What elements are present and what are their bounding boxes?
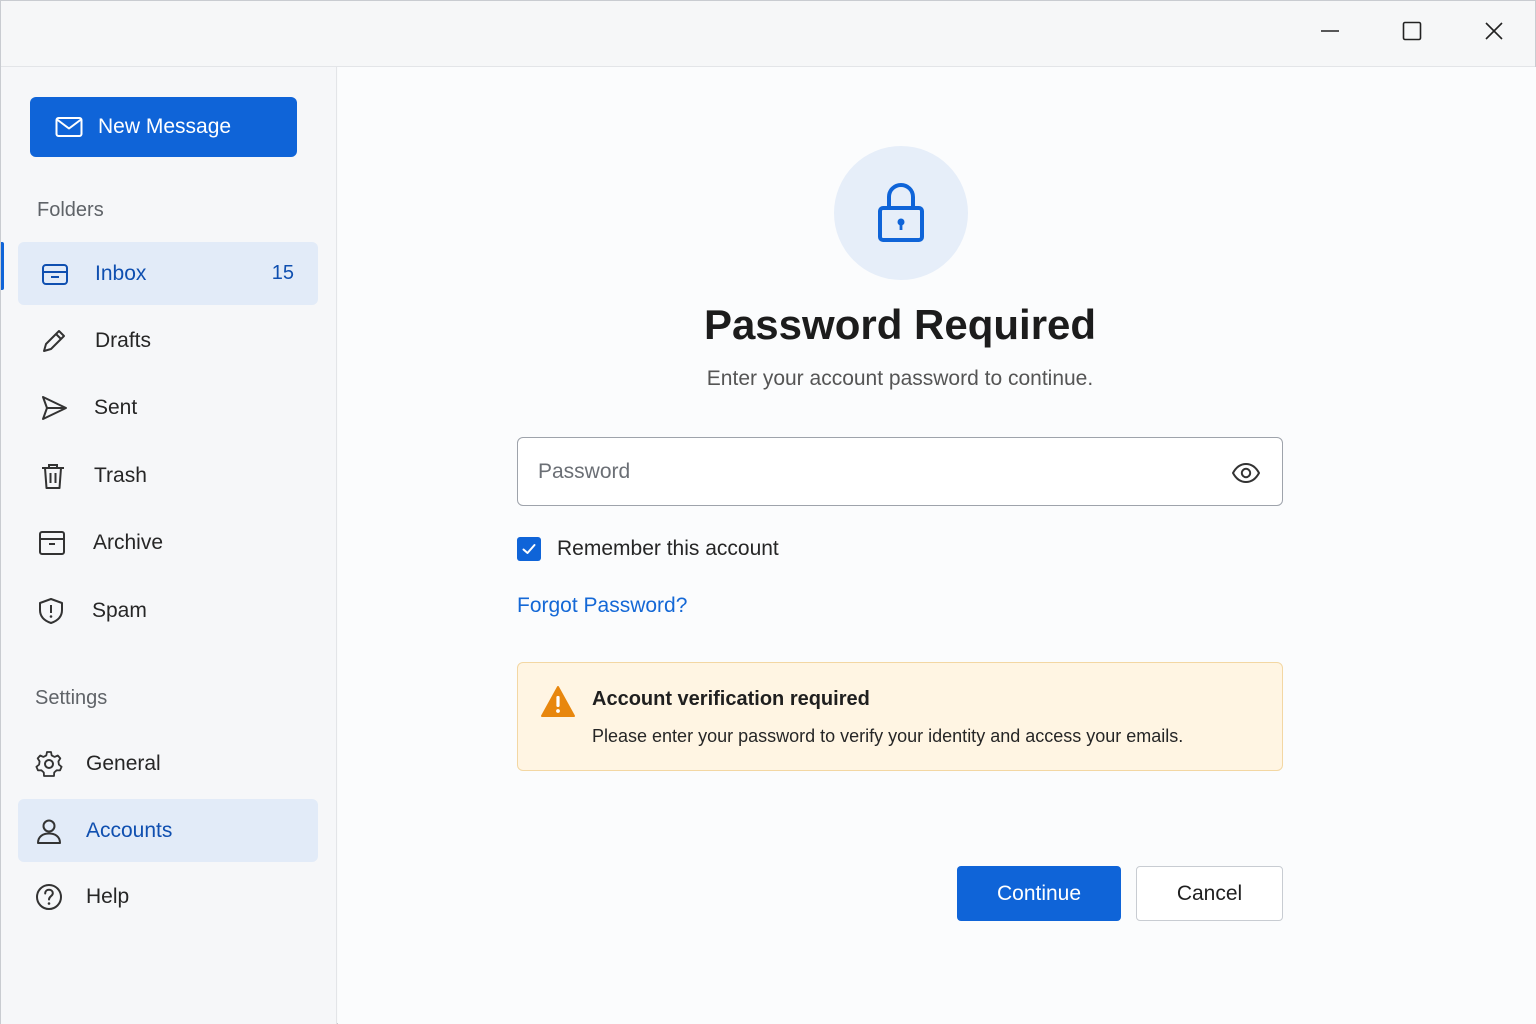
alert-title: Account verification required [592, 688, 870, 710]
sidebar-item-archive[interactable]: Archive [18, 511, 318, 574]
sidebar-item-general[interactable]: General [18, 732, 318, 795]
sidebar-item-drafts[interactable]: Drafts [18, 309, 318, 372]
new-message-button[interactable]: New Message [30, 97, 297, 157]
active-folder-indicator [1, 242, 4, 290]
user-icon [33, 815, 65, 847]
minimize-button[interactable] [1308, 13, 1352, 53]
remember-account-option[interactable]: Remember this account [517, 537, 779, 561]
close-icon [1482, 19, 1506, 48]
dialog-title: Password Required [703, 301, 1097, 348]
password-field [517, 437, 1283, 506]
sidebar-item-accounts[interactable]: Accounts [18, 799, 318, 862]
shield-icon [35, 595, 67, 627]
password-dialog: Password Required Enter your account pas… [338, 67, 1536, 1024]
sidebar-item-label: Sent [94, 395, 138, 419]
dialog-subtitle: Enter your account password to continue. [706, 367, 1094, 390]
folders-heading: Folders [37, 199, 104, 221]
sidebar-item-label: General [86, 751, 161, 775]
sidebar-item-label: Spam [92, 598, 147, 622]
lock-icon [878, 182, 924, 242]
app-window: New Message Folders Inbox 15 Drafts Sent [0, 0, 1536, 1024]
sidebar-item-trash[interactable]: Trash [18, 444, 318, 507]
password-input[interactable] [518, 438, 1198, 505]
sidebar-item-spam[interactable]: Spam [18, 579, 318, 642]
archive-icon [36, 527, 68, 559]
sidebar-item-inbox[interactable]: Inbox 15 [18, 242, 318, 305]
sidebar-item-label: Drafts [95, 328, 152, 352]
sidebar-item-sent[interactable]: Sent [18, 376, 318, 439]
minimize-icon [1318, 19, 1342, 48]
sidebar-item-label: Archive [93, 530, 164, 554]
new-message-label: New Message [98, 115, 232, 138]
unread-count-badge: 15 [271, 262, 294, 284]
inbox-icon [39, 258, 71, 290]
continue-button[interactable]: Continue [957, 866, 1121, 921]
trash-icon [37, 460, 69, 492]
eye-icon[interactable] [1230, 457, 1262, 489]
sidebar: New Message Folders Inbox 15 Drafts Sent [1, 67, 337, 1024]
help-icon [33, 881, 65, 913]
send-icon [38, 392, 70, 424]
alert-text: Please enter your password to verify you… [592, 726, 1184, 746]
remember-checkbox[interactable] [517, 537, 541, 561]
sidebar-item-label: Help [86, 884, 130, 908]
checkmark-icon [522, 544, 536, 554]
maximize-icon [1400, 19, 1424, 48]
close-button[interactable] [1472, 13, 1516, 53]
sidebar-item-label: Trash [94, 463, 147, 487]
warning-icon [540, 685, 576, 719]
title-bar [1, 1, 1535, 67]
gear-icon [33, 748, 65, 780]
cancel-button[interactable]: Cancel [1136, 866, 1283, 921]
sidebar-item-label: Accounts [86, 818, 173, 842]
lock-badge [834, 146, 968, 280]
sidebar-item-label: Inbox [95, 261, 147, 285]
settings-heading: Settings [35, 687, 108, 709]
sidebar-item-help[interactable]: Help [18, 865, 318, 928]
verification-alert: Account verification required Please ent… [517, 662, 1283, 771]
remember-label: Remember this account [557, 537, 779, 560]
pencil-icon [38, 325, 70, 357]
envelope-icon [55, 117, 83, 137]
forgot-password-link[interactable]: Forgot Password? [517, 594, 687, 618]
maximize-button[interactable] [1390, 13, 1434, 53]
